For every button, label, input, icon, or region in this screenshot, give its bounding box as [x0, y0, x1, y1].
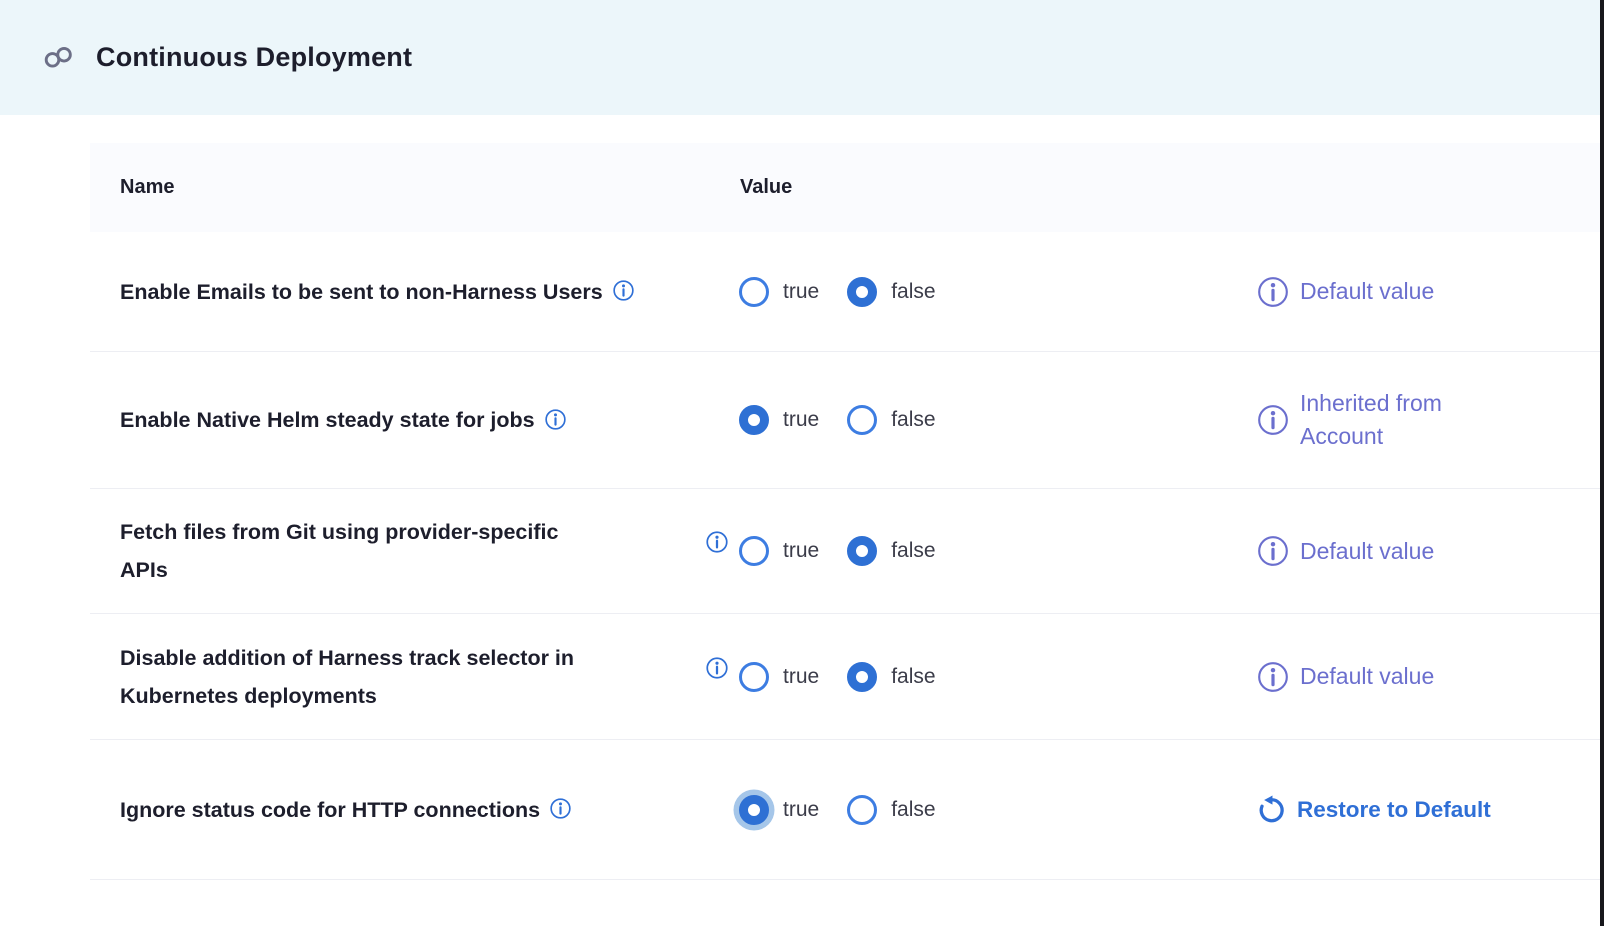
section-header: Continuous Deployment — [0, 0, 1604, 115]
setting-name-cell: Ignore status code for HTTP connections — [90, 791, 705, 829]
screen-right-edge — [1600, 0, 1604, 926]
restore-icon — [1256, 794, 1287, 825]
radio-true[interactable] — [739, 536, 769, 566]
status-info-icon[interactable] — [1256, 275, 1290, 309]
settings-row: Disable addition of Harness track select… — [90, 614, 1601, 740]
setting-status-cell: Restore to Default — [1256, 794, 1601, 825]
radio-option-true[interactable]: true — [739, 662, 819, 692]
link-infinity-icon — [40, 44, 77, 71]
true-false-radio-group: true false — [739, 405, 964, 435]
setting-status-cell: Inherited from Account — [1256, 387, 1601, 453]
setting-status-cell: Default value — [1256, 660, 1601, 694]
setting-value-cell: true false — [705, 405, 1256, 435]
column-header-value: Value — [705, 176, 792, 199]
setting-value-cell: true false — [705, 536, 1256, 566]
settings-row: Ignore status code for HTTP connections t… — [90, 740, 1601, 880]
table-body: Enable Emails to be sent to non-Harness … — [90, 232, 1601, 880]
radio-true-selected[interactable] — [739, 405, 769, 435]
restore-to-default-button[interactable]: Restore to Default — [1256, 794, 1491, 825]
radio-true[interactable] — [739, 662, 769, 692]
settings-table: Name Value Enable Emails to be sent to n… — [90, 143, 1601, 880]
status-label: Default value — [1300, 275, 1434, 308]
setting-name-label: Enable Emails to be sent to non-Harness … — [120, 273, 603, 311]
setting-name-label: Disable addition of Harness track select… — [120, 639, 574, 715]
setting-value-cell: true false — [705, 277, 1256, 307]
radio-option-true[interactable]: true — [739, 536, 819, 566]
true-false-radio-group: true false — [739, 795, 964, 825]
setting-status-cell: Default value — [1256, 275, 1601, 309]
radio-label-false[interactable]: false — [891, 539, 935, 563]
radio-false-selected[interactable] — [847, 662, 877, 692]
info-tooltip-icon[interactable] — [549, 797, 572, 820]
true-false-radio-group: true false — [739, 662, 964, 692]
table-header-row: Name Value — [90, 143, 1601, 232]
status-info-icon[interactable] — [1256, 403, 1290, 437]
radio-label-true[interactable]: true — [783, 408, 819, 432]
setting-value-cell: true false — [705, 662, 1256, 692]
setting-status-cell: Default value — [1256, 534, 1601, 568]
radio-false-selected[interactable] — [847, 536, 877, 566]
radio-label-true[interactable]: true — [783, 539, 819, 563]
restore-to-default-label: Restore to Default — [1297, 797, 1491, 823]
info-icon-slot — [705, 539, 739, 563]
setting-name-cell: Disable addition of Harness track select… — [90, 639, 705, 715]
radio-option-false[interactable]: false — [847, 277, 935, 307]
setting-value-cell: true false — [705, 795, 1256, 825]
info-icon-slot — [705, 665, 739, 689]
settings-row: Enable Emails to be sent to non-Harness … — [90, 232, 1601, 352]
radio-option-true[interactable]: true — [739, 405, 819, 435]
info-tooltip-icon[interactable] — [705, 656, 729, 680]
radio-false[interactable] — [847, 405, 877, 435]
setting-name-cell: Fetch files from Git using provider-spec… — [90, 513, 705, 589]
status-label: Default value — [1300, 660, 1434, 693]
page-title: Continuous Deployment — [96, 42, 412, 73]
radio-label-false[interactable]: false — [891, 665, 935, 689]
radio-option-true[interactable]: true — [739, 277, 819, 307]
info-tooltip-icon[interactable] — [612, 279, 635, 302]
settings-row: Fetch files from Git using provider-spec… — [90, 489, 1601, 614]
column-header-name: Name — [90, 176, 705, 199]
radio-option-false[interactable]: false — [847, 536, 935, 566]
radio-option-false[interactable]: false — [847, 405, 935, 435]
radio-label-false[interactable]: false — [891, 280, 935, 304]
radio-true-selected[interactable] — [739, 795, 769, 825]
settings-row: Enable Native Helm steady state for jobs… — [90, 352, 1601, 489]
radio-option-false[interactable]: false — [847, 662, 935, 692]
status-info-icon[interactable] — [1256, 660, 1290, 694]
setting-name-label: Enable Native Helm steady state for jobs — [120, 401, 535, 439]
status-label: Inherited from Account — [1300, 387, 1500, 453]
setting-name-cell: Enable Emails to be sent to non-Harness … — [90, 273, 705, 311]
radio-option-true[interactable]: true — [739, 795, 819, 825]
radio-label-true[interactable]: true — [783, 280, 819, 304]
status-info-icon[interactable] — [1256, 534, 1290, 568]
radio-false-selected[interactable] — [847, 277, 877, 307]
radio-label-false[interactable]: false — [891, 408, 935, 432]
radio-true[interactable] — [739, 277, 769, 307]
setting-name-label: Ignore status code for HTTP connections — [120, 791, 540, 829]
radio-label-true[interactable]: true — [783, 665, 819, 689]
true-false-radio-group: true false — [739, 536, 964, 566]
true-false-radio-group: true false — [739, 277, 964, 307]
radio-label-true[interactable]: true — [783, 798, 819, 822]
radio-option-false[interactable]: false — [847, 795, 935, 825]
setting-name-cell: Enable Native Helm steady state for jobs — [90, 401, 705, 439]
setting-name-label: Fetch files from Git using provider-spec… — [120, 513, 558, 589]
info-tooltip-icon[interactable] — [705, 530, 729, 554]
radio-label-false[interactable]: false — [891, 798, 935, 822]
status-label: Default value — [1300, 535, 1434, 568]
info-tooltip-icon[interactable] — [544, 408, 567, 431]
radio-false[interactable] — [847, 795, 877, 825]
